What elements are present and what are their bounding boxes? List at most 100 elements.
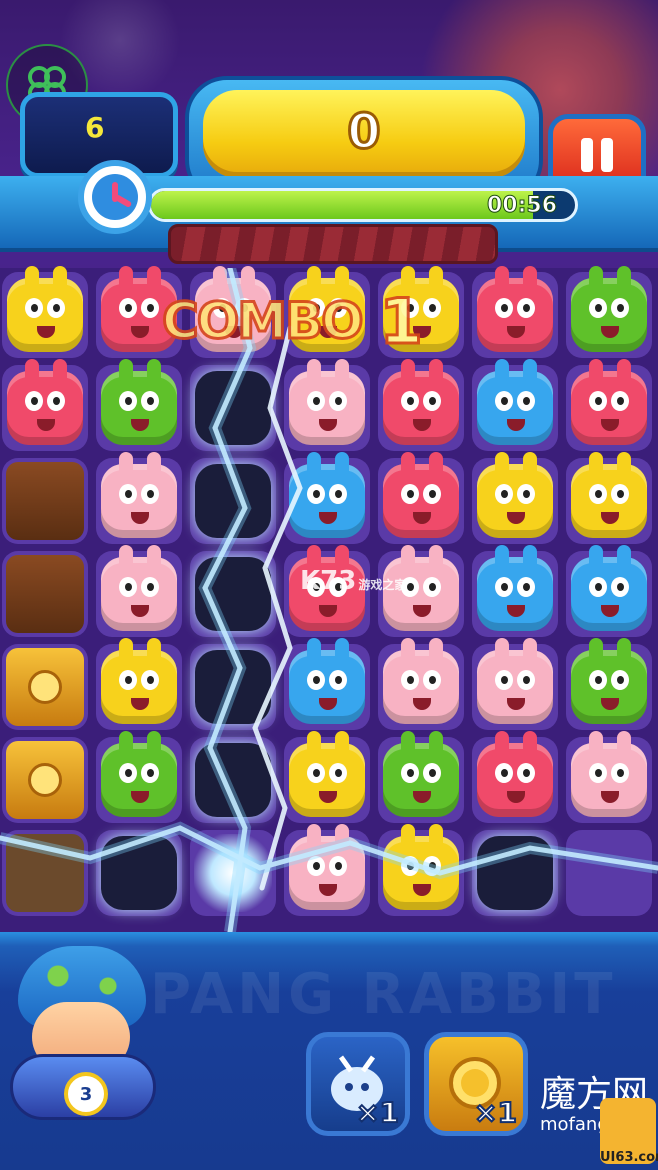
blue-creature-piece[interactable] [477,545,553,631]
score-value: 0 [346,103,382,162]
electrified-skull-piece[interactable] [101,836,177,910]
combo-count: 1 [378,283,424,359]
booster2-count: ×1 [473,1095,518,1130]
chocolate-empty-block [6,555,84,633]
board-cell[interactable] [190,737,276,823]
red-creature-piece[interactable] [7,359,83,445]
pink-creature-piece[interactable] [101,452,177,538]
board-cell[interactable] [96,731,182,823]
board-cell[interactable] [378,638,464,730]
board-cell[interactable] [190,830,276,916]
lightning-burst [194,834,272,912]
board-cell[interactable] [2,551,88,637]
yellow-creature-piece[interactable] [477,452,553,538]
watermark-sub: 游戏之家 [358,578,407,592]
board-cell[interactable] [566,452,652,544]
board-cell[interactable] [96,545,182,637]
blue-creature-piece[interactable] [477,359,553,445]
board-cell[interactable] [472,830,558,916]
blue-creature-piece[interactable] [289,638,365,724]
board-cell[interactable] [96,638,182,730]
board-cell[interactable] [96,359,182,451]
yellow-creature-piece[interactable] [101,638,177,724]
board-cell[interactable] [472,452,558,544]
board-cell[interactable] [472,359,558,451]
green-creature-piece[interactable] [571,266,647,352]
pink-creature-piece[interactable] [289,824,365,910]
gold-coin-booster-button[interactable]: ×1 [424,1032,528,1136]
blue-creature-piece[interactable] [289,452,365,538]
board-cell[interactable] [2,266,88,358]
timer-bar: 00:56 [148,188,578,222]
board-cell[interactable] [378,731,464,823]
rock-block [6,834,84,912]
board-cell[interactable] [190,644,276,730]
board-cell[interactable] [2,644,88,730]
board-cell[interactable] [472,545,558,637]
green-creature-piece[interactable] [383,731,459,817]
yellow-creature-piece[interactable] [7,266,83,352]
timer-fill [151,191,533,219]
yellow-creature-piece[interactable] [289,731,365,817]
combo-indicator: COMBO 1 [161,283,452,359]
board-cell[interactable] [566,830,652,916]
moves-counter: 6 [85,111,105,144]
coin-icon [28,670,62,704]
electrified-skull-piece[interactable] [195,743,271,817]
board-cell[interactable] [566,545,652,637]
board-cell[interactable] [472,266,558,358]
red-creature-piece[interactable] [477,266,553,352]
lightning-bunny-booster-button[interactable]: ×1 [306,1032,410,1136]
electrified-skull-piece[interactable] [195,650,271,724]
board-cell[interactable] [96,452,182,544]
board-cell[interactable] [284,824,370,916]
pink-creature-piece[interactable] [571,731,647,817]
board-cell[interactable] [190,458,276,544]
yellow-creature-piece[interactable] [571,452,647,538]
board-cell[interactable] [566,638,652,730]
board-cell[interactable] [378,452,464,544]
green-creature-piece[interactable] [101,359,177,445]
blue-creature-piece[interactable] [571,545,647,631]
green-creature-piece[interactable] [101,731,177,817]
board-cell[interactable] [566,359,652,451]
red-creature-piece[interactable] [477,731,553,817]
board-cell[interactable] [190,365,276,451]
board-cell[interactable] [190,551,276,637]
board-cell[interactable] [2,359,88,451]
board-cell[interactable] [378,824,464,916]
red-creature-piece[interactable] [383,452,459,538]
green-creature-piece[interactable] [571,638,647,724]
board-cell[interactable] [284,359,370,451]
electrified-skull-piece[interactable] [195,371,271,445]
bottom-banner-text: PANG RABBIT [150,962,617,1027]
pink-creature-piece[interactable] [477,638,553,724]
pink-creature-piece[interactable] [289,359,365,445]
board-cell[interactable] [2,737,88,823]
game-board[interactable] [0,266,658,932]
board-cell[interactable] [378,359,464,451]
board-cell[interactable] [96,830,182,916]
yellow-creature-piece[interactable] [383,824,459,910]
board-cell[interactable] [566,266,652,358]
timer-text: 00:56 [486,193,557,219]
gold-coin-block [6,648,84,726]
red-creature-piece[interactable] [571,359,647,445]
pink-creature-piece[interactable] [383,638,459,724]
electrified-skull-piece[interactable] [195,464,271,538]
clock-icon [78,160,152,234]
electrified-skull-piece[interactable] [195,557,271,631]
board-cell[interactable] [472,731,558,823]
watermark-text: K73 [300,566,357,596]
board-cell[interactable] [284,731,370,823]
board-cell[interactable] [566,731,652,823]
pink-creature-piece[interactable] [101,545,177,631]
board-cell[interactable] [284,452,370,544]
electrified-skull-piece[interactable] [477,836,553,910]
combo-label: COMBO [161,291,366,352]
board-cell[interactable] [2,458,88,544]
board-cell[interactable] [284,638,370,730]
board-cell[interactable] [2,830,88,916]
board-cell[interactable] [472,638,558,730]
red-creature-piece[interactable] [383,359,459,445]
